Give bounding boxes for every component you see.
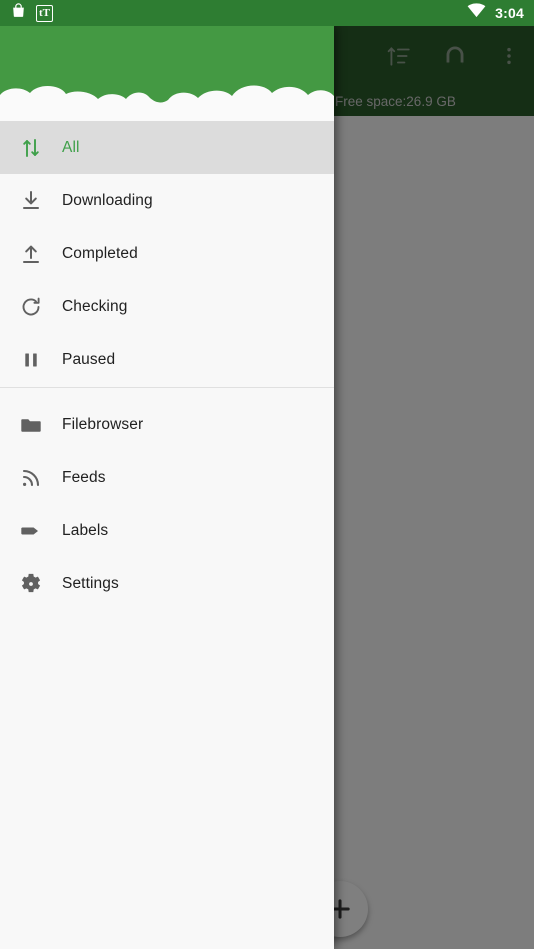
status-bar-clock: 3:04	[495, 5, 524, 21]
wifi-icon	[467, 3, 486, 23]
sidebar-item-label: Labels	[62, 521, 109, 539]
refresh-icon	[0, 295, 62, 319]
sidebar-item-filebrowser[interactable]: Filebrowser	[0, 398, 334, 451]
shopping-bag-icon	[10, 2, 27, 24]
android-status-bar: tT 3:04	[0, 0, 534, 26]
sidebar-item-completed[interactable]: Completed	[0, 227, 334, 280]
sidebar-item-labels[interactable]: Labels	[0, 504, 334, 557]
ttorrent-app-icon: tT	[36, 4, 53, 22]
rss-icon	[0, 466, 62, 490]
sidebar-item-feeds[interactable]: Feeds	[0, 451, 334, 504]
cloud-graphic	[0, 85, 334, 121]
sidebar-item-label: Settings	[62, 574, 119, 592]
drawer-header	[0, 26, 334, 121]
folder-icon	[0, 413, 62, 437]
sidebar-item-paused[interactable]: Paused	[0, 333, 334, 386]
pause-icon	[0, 348, 62, 372]
sidebar-item-downloading[interactable]: Downloading	[0, 174, 334, 227]
sidebar-item-label: All	[62, 138, 80, 156]
sidebar-item-all[interactable]: All	[0, 121, 334, 174]
navigation-drawer: All Downloading Completed Checking Pause…	[0, 26, 334, 949]
transfer-up-down-icon	[0, 136, 62, 160]
sidebar-item-settings[interactable]: Settings	[0, 557, 334, 610]
sidebar-item-label: Completed	[62, 244, 138, 262]
sidebar-item-checking[interactable]: Checking	[0, 280, 334, 333]
gear-icon	[0, 572, 62, 596]
sidebar-item-label: Filebrowser	[62, 415, 144, 433]
sidebar-item-label: Checking	[62, 297, 128, 315]
tag-icon	[0, 519, 62, 543]
sidebar-item-label: Downloading	[62, 191, 153, 209]
drawer-nav-list: All Downloading Completed Checking Pause…	[0, 121, 334, 949]
sidebar-item-label: Paused	[62, 350, 116, 368]
sidebar-item-label: Feeds	[62, 468, 106, 486]
upload-icon	[0, 242, 62, 266]
download-icon	[0, 189, 62, 213]
drawer-nav-group-2: Filebrowser Feeds Labels Settings	[0, 388, 334, 610]
